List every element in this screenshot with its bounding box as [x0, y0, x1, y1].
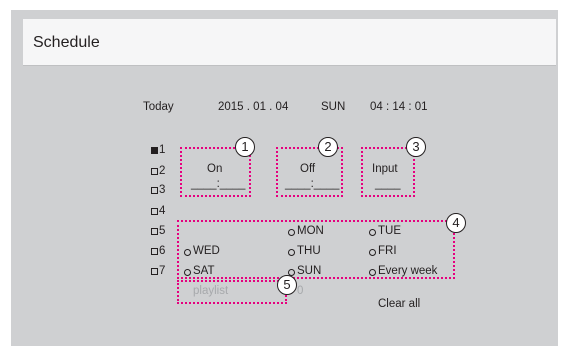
schedule-number: 7 — [159, 265, 166, 277]
callout-3: 3 — [406, 137, 426, 157]
checkbox[interactable] — [151, 208, 158, 215]
callout-4: 4 — [446, 213, 466, 233]
on-time-field[interactable]: ____:____ — [191, 178, 245, 190]
current-date: 2015 . 01 . 04 — [218, 101, 289, 113]
checkbox[interactable] — [151, 168, 158, 175]
checkbox[interactable] — [151, 228, 158, 235]
input-label: Input — [372, 163, 398, 175]
checkbox[interactable] — [151, 268, 158, 275]
day-label: WED — [193, 245, 220, 257]
radio-icon[interactable] — [369, 249, 376, 256]
on-time-label: On — [207, 163, 223, 175]
off-time-field[interactable]: ____:____ — [285, 178, 339, 190]
input-field[interactable]: ____ — [375, 178, 401, 190]
schedule-number: 4 — [159, 205, 166, 217]
schedule-number: 6 — [159, 245, 166, 257]
callout-5: 5 — [277, 275, 297, 295]
day-label: SAT — [193, 265, 215, 277]
title-bar: Schedule — [23, 19, 556, 66]
playlist-label[interactable]: playlist — [193, 285, 228, 297]
radio-icon[interactable] — [184, 249, 191, 256]
off-time-label: Off — [300, 163, 316, 175]
playlist-value: 0 — [297, 285, 304, 297]
callout-2: 2 — [318, 137, 338, 157]
today-label: Today — [143, 101, 174, 113]
callout-1: 1 — [235, 137, 255, 157]
schedule-number: 5 — [159, 225, 166, 237]
schedule-number: 1 — [159, 144, 166, 156]
day-label: TUE — [378, 225, 401, 237]
radio-icon[interactable] — [369, 229, 376, 236]
radio-icon[interactable] — [369, 269, 376, 276]
schedule-number: 2 — [159, 165, 166, 177]
radio-icon[interactable] — [288, 229, 295, 236]
checkbox[interactable] — [151, 147, 158, 154]
day-label: Every week — [378, 265, 438, 277]
clear-all-button[interactable]: Clear all — [378, 298, 420, 310]
radio-icon[interactable] — [288, 249, 295, 256]
day-label: SUN — [297, 265, 322, 277]
window-title: Schedule — [33, 34, 100, 51]
checkbox[interactable] — [151, 248, 158, 255]
current-weekday: SUN — [321, 101, 346, 113]
day-label: FRI — [378, 245, 397, 257]
schedule-number: 3 — [159, 184, 166, 196]
checkbox[interactable] — [151, 187, 158, 194]
radio-icon[interactable] — [184, 269, 191, 276]
current-time: 04 : 14 : 01 — [370, 101, 428, 113]
day-label: MON — [297, 225, 324, 237]
day-label: THU — [297, 245, 321, 257]
